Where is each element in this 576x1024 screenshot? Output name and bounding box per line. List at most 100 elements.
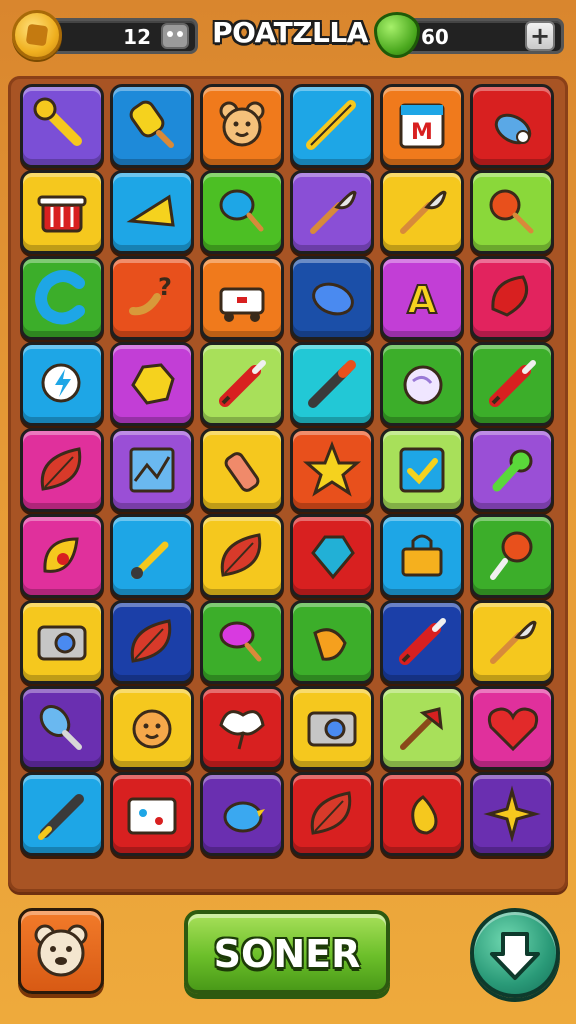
tile-teddy-bear[interactable] <box>200 84 284 168</box>
tile-rocket[interactable] <box>200 342 284 426</box>
tile-letter-a[interactable]: A <box>380 256 464 340</box>
tile-bottle[interactable] <box>200 428 284 512</box>
tile-spoon[interactable] <box>20 686 104 770</box>
map-icon <box>129 447 175 493</box>
tile-marker[interactable] <box>290 342 374 426</box>
tile-whistle[interactable] <box>470 84 554 168</box>
tile-paintbrush[interactable] <box>110 514 194 598</box>
cotton-candy-icon <box>219 621 262 662</box>
tile-balloon[interactable] <box>200 170 284 254</box>
spoon-icon <box>39 705 82 750</box>
down-arrow-button[interactable] <box>470 908 560 998</box>
tile-checkbox[interactable] <box>380 428 464 512</box>
coin-icon <box>12 10 62 60</box>
gold-nugget-icon <box>131 363 175 405</box>
tile-bird[interactable] <box>200 772 284 856</box>
tile-trash-basket[interactable] <box>20 170 104 254</box>
tile-camera[interactable] <box>290 686 374 770</box>
checkbox-icon <box>399 447 445 493</box>
tile-letter-c[interactable] <box>20 256 104 340</box>
tile-star[interactable] <box>290 428 374 512</box>
game-board: M? A <box>8 76 568 892</box>
tile-capsule[interactable] <box>290 256 374 340</box>
tile-wrench[interactable] <box>20 84 104 168</box>
tile-heart[interactable] <box>470 686 554 770</box>
tile-ice-pop[interactable] <box>110 84 194 168</box>
tile-gold-nugget[interactable] <box>110 342 194 426</box>
tile-pencil[interactable] <box>20 772 104 856</box>
lollipop-icon <box>489 189 534 234</box>
tile-leaf[interactable] <box>110 600 194 684</box>
tile-leaf[interactable] <box>200 514 284 598</box>
tile-question-banana[interactable]: ? <box>110 256 194 340</box>
tile-rocket[interactable] <box>470 342 554 426</box>
teddy-bear-icon <box>219 101 265 147</box>
tile-leaf[interactable] <box>290 772 374 856</box>
energy-count: 60 <box>421 25 449 49</box>
tile-heart-umbrella[interactable] <box>200 686 284 770</box>
tile-brush[interactable] <box>290 170 374 254</box>
teddy-bear-button[interactable] <box>18 908 104 994</box>
plus-icon[interactable]: + <box>525 21 555 51</box>
marker-icon <box>308 360 356 408</box>
squirrel-icon <box>313 628 347 661</box>
wrench-icon <box>33 97 82 146</box>
pencil-icon <box>38 794 84 840</box>
brush-icon <box>490 620 537 664</box>
tile-shell[interactable] <box>20 514 104 598</box>
gem-icon <box>311 535 355 580</box>
leaf-icon <box>220 533 262 577</box>
rocket-icon <box>489 360 536 407</box>
tile-map[interactable] <box>110 428 194 512</box>
trash-basket-icon <box>37 195 87 233</box>
tile-lollipop-face[interactable] <box>470 514 554 598</box>
main-action-button[interactable]: SONER <box>184 910 390 994</box>
cheese-icon <box>126 194 175 227</box>
leaf-icon <box>310 791 352 835</box>
tile-cotton-candy[interactable] <box>200 600 284 684</box>
robot-cart-icon <box>219 287 265 322</box>
tile-squirrel[interactable] <box>290 600 374 684</box>
tile-pear[interactable] <box>380 772 464 856</box>
tile-ruler-pencil[interactable] <box>290 84 374 168</box>
tile-calendar[interactable]: M <box>380 84 464 168</box>
tile-lollipop[interactable] <box>470 170 554 254</box>
svg-text:A: A <box>407 278 437 322</box>
game-title: POATZLLA <box>212 16 368 49</box>
coin-counter: 12 <box>40 18 198 54</box>
robot-icon[interactable] <box>161 23 189 49</box>
down-arrow-icon <box>490 932 540 980</box>
tile-camera[interactable] <box>20 600 104 684</box>
tile-sun-face[interactable] <box>110 686 194 770</box>
tile-bag[interactable] <box>380 514 464 598</box>
leaf-heart-icon <box>491 275 528 317</box>
brush-icon <box>310 190 357 234</box>
shell-icon <box>43 537 79 573</box>
tile-lightning-bubble[interactable] <box>20 342 104 426</box>
pear-icon <box>411 795 438 835</box>
tile-rocket[interactable] <box>380 600 464 684</box>
capsule-icon <box>312 282 354 316</box>
tile-moon-ball[interactable] <box>380 342 464 426</box>
tile-brush[interactable] <box>380 170 464 254</box>
paintbrush-icon <box>131 541 169 579</box>
sun-face-icon <box>132 709 172 749</box>
rocket-icon <box>219 360 266 407</box>
tile-cheese[interactable] <box>110 170 194 254</box>
tile-brush[interactable] <box>470 600 554 684</box>
tile-leaf[interactable] <box>20 428 104 512</box>
tile-shuriken[interactable] <box>470 772 554 856</box>
tile-leaf-heart[interactable] <box>470 256 554 340</box>
bird-icon <box>223 801 265 833</box>
tile-axe[interactable] <box>380 686 464 770</box>
svg-text:?: ? <box>158 273 172 301</box>
ruler-pencil-icon <box>306 100 356 150</box>
tile-robot-cart[interactable] <box>200 256 284 340</box>
tile-first-aid-kit[interactable] <box>110 772 194 856</box>
tile-broccoli[interactable] <box>470 428 554 512</box>
rocket-icon <box>399 618 446 665</box>
broccoli-icon <box>492 449 533 492</box>
tile-gem[interactable] <box>290 514 374 598</box>
calendar-icon: M <box>399 103 445 149</box>
star-icon <box>302 440 362 497</box>
